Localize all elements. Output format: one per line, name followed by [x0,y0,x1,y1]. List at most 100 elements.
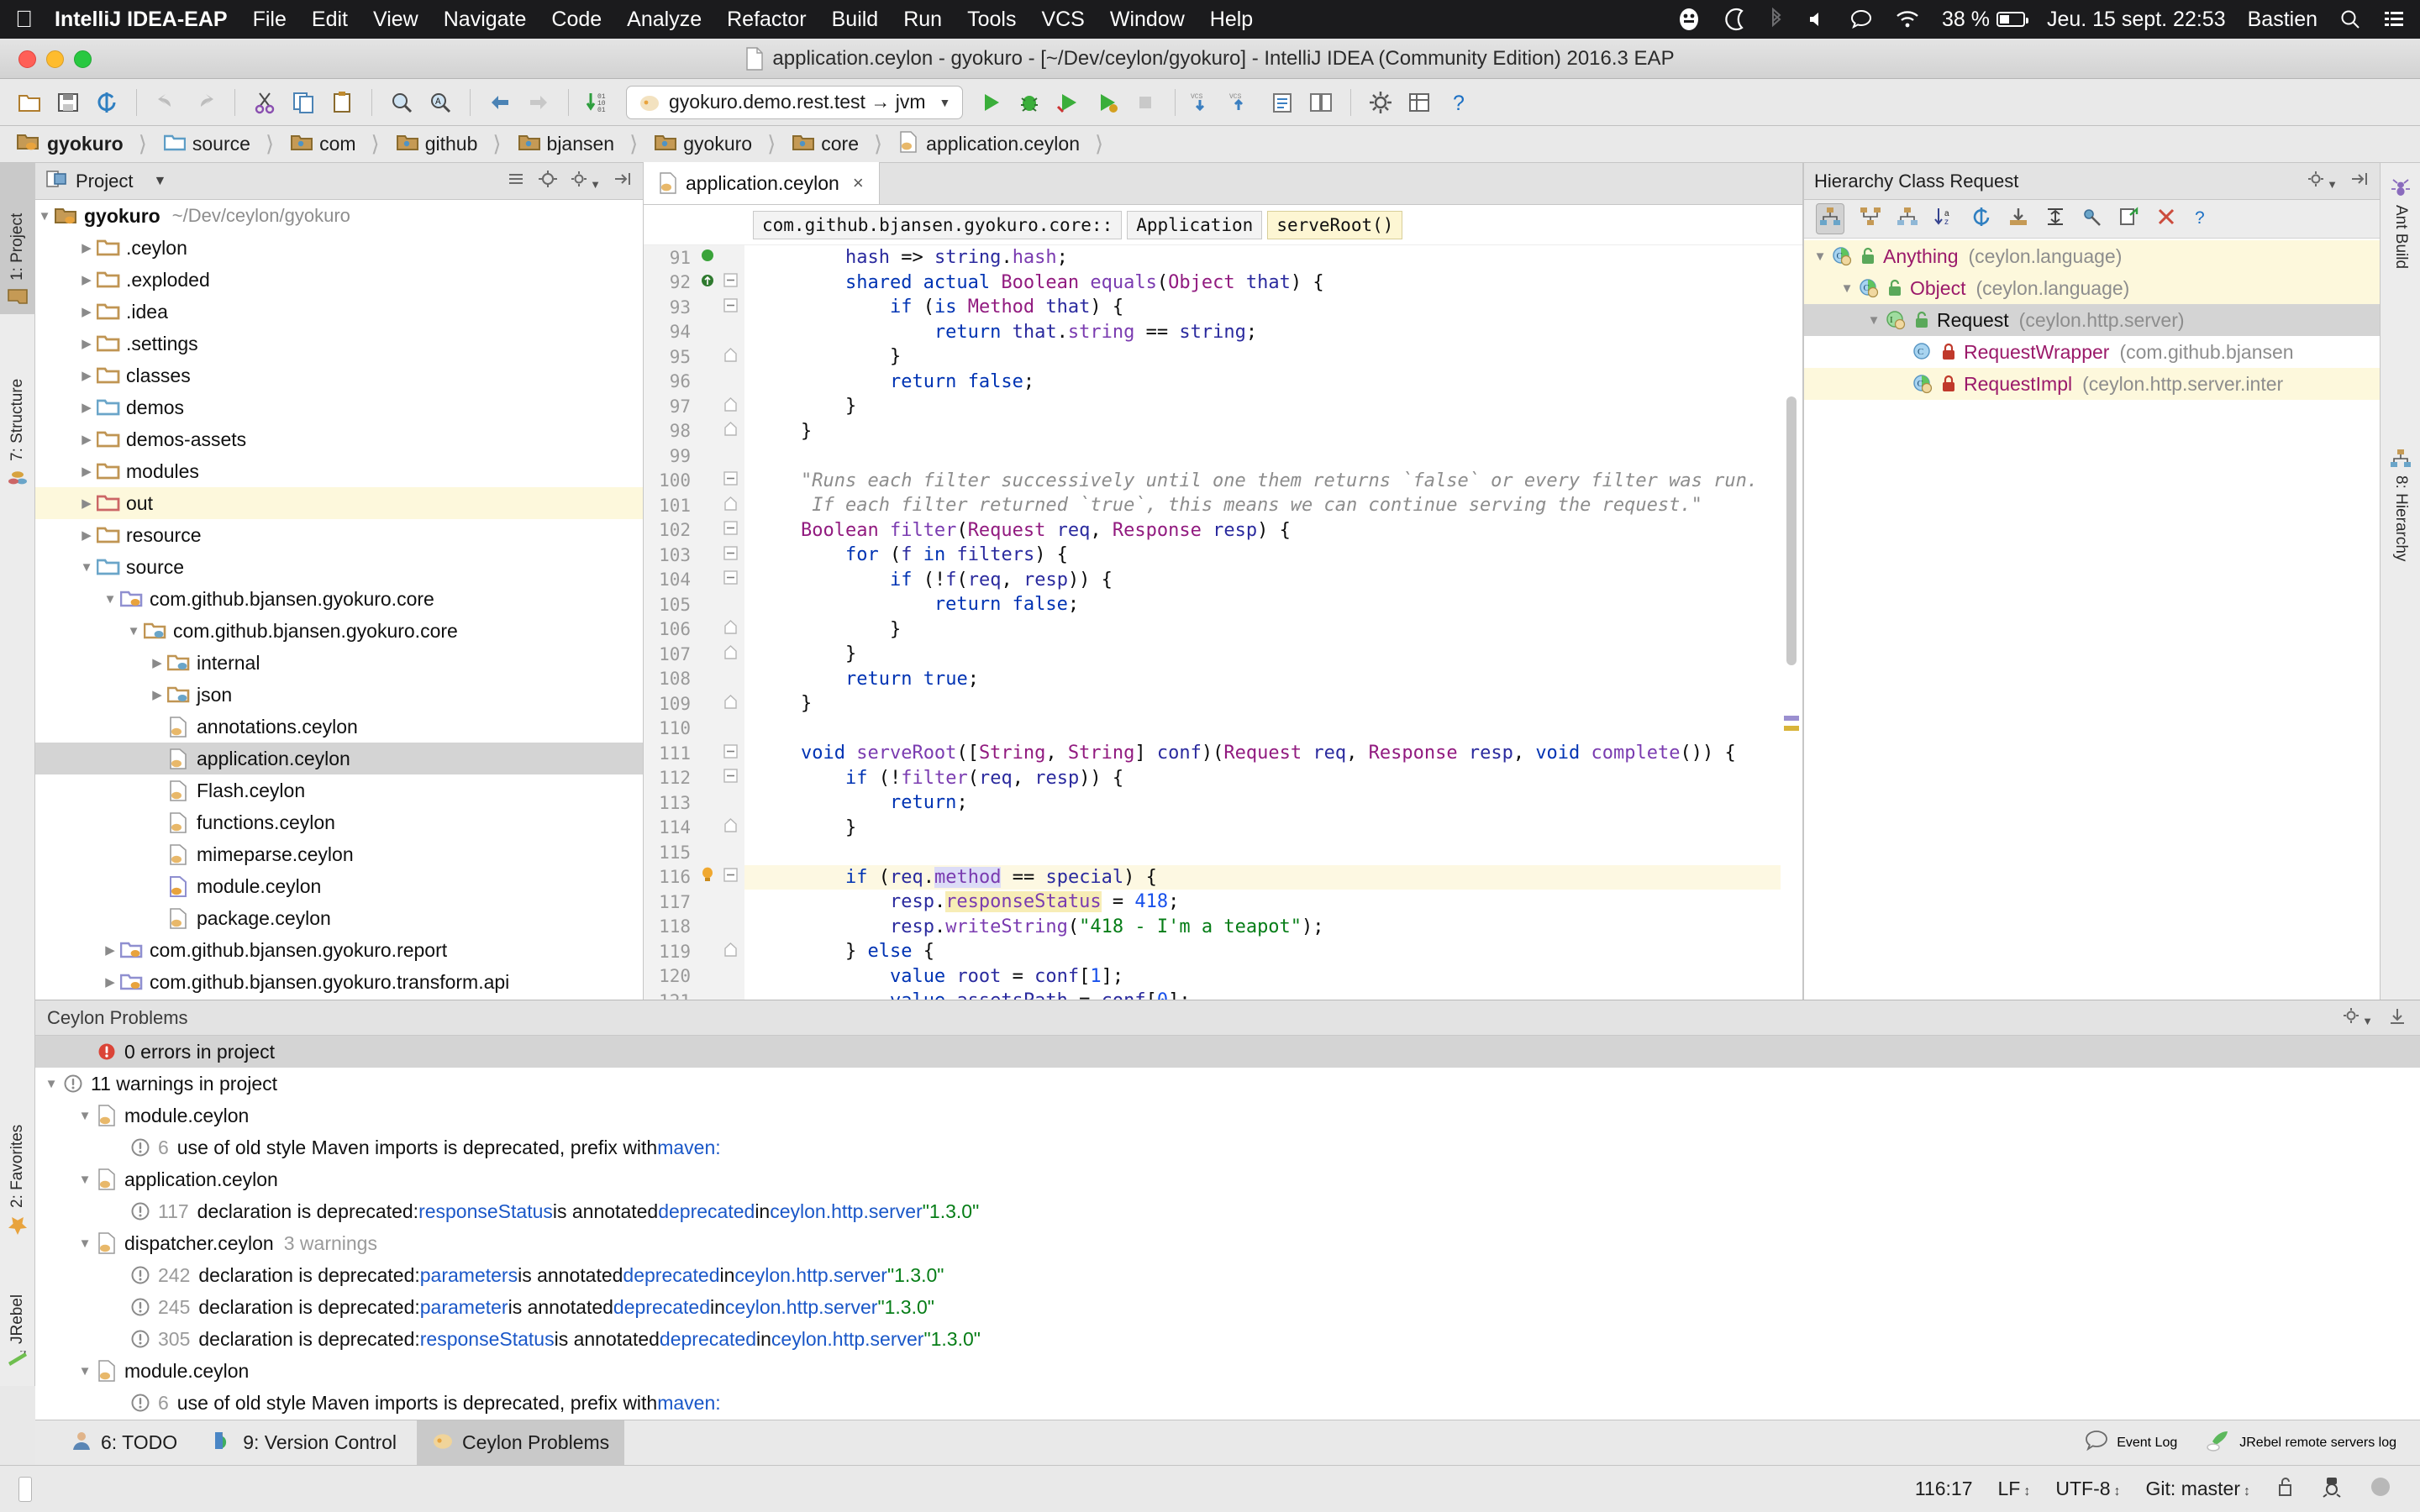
window-traffic-lights[interactable] [18,50,92,68]
tree-row[interactable]: annotations.ceylon [35,711,643,743]
fold-marker[interactable] [719,744,741,763]
unlock-icon[interactable] [2275,1476,2296,1503]
code-line[interactable]: 100 "Runs each filter successively until… [644,468,1802,493]
fold-marker[interactable] [719,644,741,664]
expand-arrow-icon[interactable]: ▶ [77,432,96,447]
breadcrumb-item-github[interactable]: github ⟩ [392,126,513,163]
sync-icon[interactable] [89,85,124,120]
menu-view[interactable]: View [373,8,418,32]
sort-alpha-icon[interactable]: az [1933,207,1955,231]
expand-arrow-icon[interactable]: ▶ [77,528,96,543]
code-line[interactable]: 99 [644,444,1802,469]
cut-icon[interactable] [247,85,282,120]
tree-row[interactable]: ▶ internal [35,647,643,679]
battery-percent[interactable]: 38 % [1942,8,2028,32]
compile-icon[interactable]: 01 10 01 [581,85,616,120]
tree-row[interactable]: Flash.ceylon [35,774,643,806]
fold-marker[interactable] [719,422,741,440]
copy-icon[interactable] [286,85,321,120]
save-all-icon[interactable] [50,85,86,120]
fold-marker[interactable] [719,273,741,291]
breadcrumb-item-application-ceylon[interactable]: application.ceylon ⟩ [894,126,1115,163]
fold-marker[interactable] [719,496,741,515]
editor-tab-application-ceylon[interactable]: application.ceylon × [644,162,880,204]
code-gutter[interactable]: 115 [644,840,744,865]
code-line[interactable]: 108 return true; [644,666,1802,691]
code-gutter[interactable]: 97 [644,394,744,419]
caret-position[interactable]: 116:17 [1915,1478,1973,1500]
code-gutter[interactable]: 94 [644,319,744,344]
hierarchy-row[interactable]: ▼ I Request (ceylon.http.server) [1804,304,2380,336]
fold-marker[interactable] [719,942,741,961]
tree-row[interactable]: module.ceylon [35,870,643,902]
code-line[interactable]: 117 resp.responseStatus = 418; [644,890,1802,915]
code-line[interactable]: 114 } [644,815,1802,840]
export-icon[interactable] [2007,207,2029,231]
fold-marker[interactable] [719,818,741,837]
code-line[interactable]: 115 [644,840,1802,865]
code-line[interactable]: 97 } [644,394,1802,419]
code-line[interactable]: 110 [644,716,1802,741]
code-crumb[interactable]: Application [1127,210,1263,239]
line-separator[interactable]: LF ↕ [1998,1478,2031,1500]
tree-row-root[interactable]: ▼ gyokuro ~/Dev/ceylon/gyokuro [35,200,643,232]
tab-todo[interactable]: 6: TODO [55,1420,192,1466]
wifi-icon[interactable] [1895,9,1920,29]
type-hierarchy-icon[interactable] [1816,203,1844,234]
problem-row[interactable]: ▼ module.ceylon [35,1100,2420,1131]
back-icon[interactable] [482,85,518,120]
hide-icon[interactable] [613,170,633,193]
problem-row[interactable]: 245 declaration is deprecated: parameter … [35,1291,2420,1323]
code-gutter[interactable]: 103 [644,543,744,568]
code-line[interactable]: 119 } else { [644,939,1802,964]
fold-marker[interactable] [719,620,741,638]
gear-icon[interactable]: ▼ [2307,170,2338,193]
code-gutter[interactable]: 98 [644,418,744,444]
code-line[interactable]: 92 shared actual Boolean equals(Object t… [644,270,1802,295]
chevron-down-icon[interactable]: ▼ [939,96,951,109]
menu-window[interactable]: Window [1110,8,1185,32]
problem-row[interactable]: ▼ application.ceylon [35,1163,2420,1195]
menu-vcs[interactable]: VCS [1041,8,1084,32]
problem-text[interactable]: deprecated [660,1328,756,1351]
code-gutter[interactable]: 104 [644,567,744,592]
hide-icon[interactable] [2388,1006,2408,1030]
code-gutter[interactable]: 101 [644,493,744,518]
code-line[interactable]: 107 } [644,642,1802,667]
code-line[interactable]: 102 Boolean filter(Request req, Response… [644,517,1802,543]
breadcrumb-item-gyokuro[interactable]: gyokuro ⟩ [650,126,787,163]
sidebar-item-ant-build[interactable]: Ant Build [2381,170,2420,329]
event-log-button[interactable]: Event Log [2085,1430,2177,1456]
tree-row[interactable]: ▶ com.github.bjansen.gyokuro.report [35,934,643,966]
code-line[interactable]: 91 hash => string.hash; [644,245,1802,270]
expand-arrow-icon[interactable]: ▼ [35,209,54,223]
code-line[interactable]: 103 for (f in filters) { [644,543,1802,568]
vcs-history-icon[interactable] [1265,85,1300,120]
tree-row[interactable]: ▶ json [35,679,643,711]
code-line[interactable]: 95 } [644,344,1802,370]
gear-icon[interactable]: ▼ [2342,1006,2373,1030]
code-gutter[interactable]: 93 [644,295,744,320]
tree-row[interactable]: ▶ .settings [35,328,643,360]
problem-text[interactable]: ceylon.http.server [725,1296,878,1319]
menu-tools[interactable]: Tools [967,8,1016,32]
vcs-commit-icon[interactable]: VCS [1226,85,1261,120]
code-gutter[interactable]: 105 [644,592,744,617]
problem-text[interactable]: responseStatus [418,1200,553,1223]
problem-row[interactable]: ▼ dispatcher.ceylon 3 warnings [35,1227,2420,1259]
active-app-name[interactable]: IntelliJ IDEA-EAP [55,8,228,32]
code-gutter[interactable]: 111 [644,741,744,766]
sidebar-item-favorites[interactable]: 2: Favorites [0,1067,35,1243]
minimize-button[interactable] [46,50,64,68]
menu-build[interactable]: Build [832,8,879,32]
breadcrumb-item-bjansen[interactable]: bjansen ⟩ [513,126,650,163]
tree-row[interactable]: ▶ .ceylon [35,232,643,264]
code-line[interactable]: 106 } [644,617,1802,642]
problem-row[interactable]: 242 declaration is deprecated: parameters… [35,1259,2420,1291]
tree-row[interactable]: ▶ demos [35,391,643,423]
hierarchy-row[interactable]: C RequestImpl (ceylon.http.server.inter [1804,368,2380,400]
tree-row[interactable]: ▼ com.github.bjansen.gyokuro.core [35,583,643,615]
expand-arrow-icon[interactable]: ▼ [1865,313,1883,328]
problem-row[interactable]: 6 use of old style Maven imports is depre… [35,1131,2420,1163]
bluetooth-icon[interactable] [1769,7,1784,32]
